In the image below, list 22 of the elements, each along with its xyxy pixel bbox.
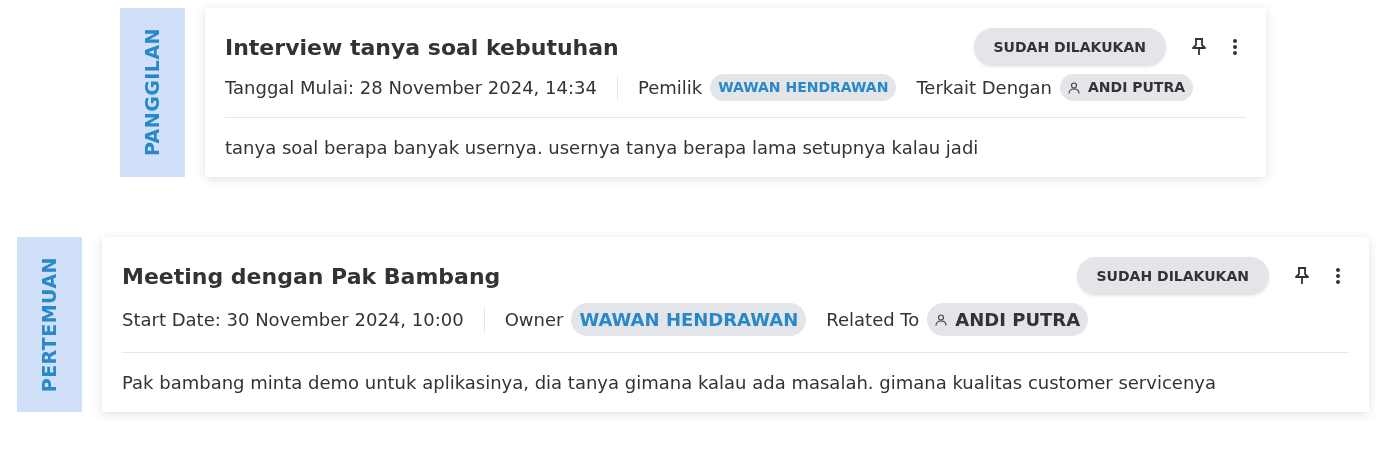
status-button[interactable]: SUDAH DILAKUKAN: [1076, 257, 1269, 295]
activity-description: tanya soal berapa banyak usernya. usernya tanya berapa lama setupnya kalau jadi: [225, 136, 980, 160]
pin-icon[interactable]: [1190, 37, 1208, 57]
start-date: Tanggal Mulai: 28 November 2024, 14:34: [225, 76, 597, 100]
related-chip[interactable]: ANDI PUTRA: [927, 303, 1089, 336]
status-button[interactable]: SUDAH DILAKUKAN: [973, 28, 1166, 66]
activity-title: Meeting dengan Pak Bambang: [122, 262, 501, 291]
related-label: Related To: [826, 308, 920, 332]
activity-title: Interview tanya soal kebutuhan: [225, 33, 619, 62]
activity-type-label: PERTEMUAN: [37, 256, 62, 393]
person-icon: [1067, 81, 1080, 94]
start-date: Start Date: 30 November 2024, 10:00: [122, 308, 464, 332]
activity-type-label: PANGGILAN: [140, 28, 165, 157]
person-icon: [935, 313, 948, 326]
related-label: Terkait Dengan: [916, 76, 1052, 100]
activity-description: Pak bambang minta demo untuk aplikasinya, dia tanya gimana kalau ada masalah. gimana kualitas customer servicenya: [122, 371, 1217, 395]
owner-label: Owner: [504, 308, 564, 332]
more-icon[interactable]: [1335, 267, 1341, 285]
owner-label: Pemilik: [637, 76, 703, 100]
related-chip[interactable]: ANDI PUTRA: [1059, 74, 1194, 101]
pin-icon[interactable]: [1293, 266, 1311, 286]
more-icon[interactable]: [1232, 38, 1238, 56]
